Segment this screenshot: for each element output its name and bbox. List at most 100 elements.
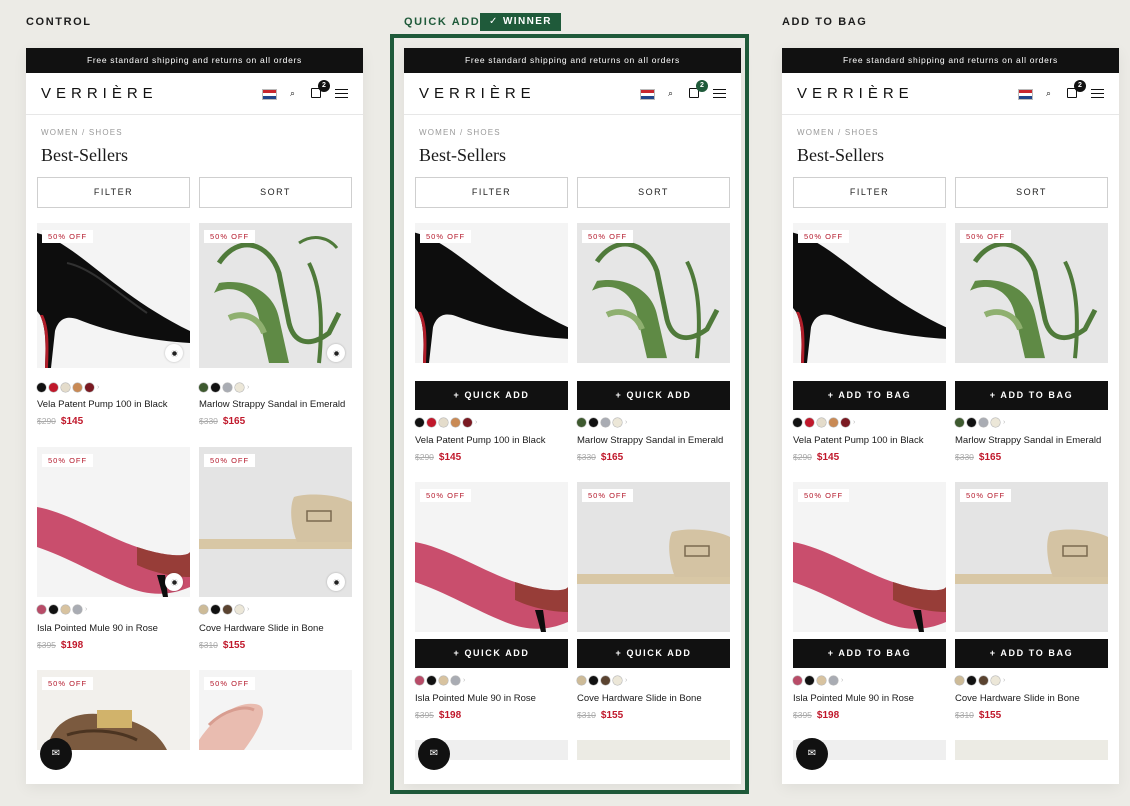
color-swatch[interactable] [817, 418, 826, 427]
product-image[interactable]: 50% OFF [37, 447, 190, 597]
brand-logo[interactable]: VERRIÈRE [797, 85, 914, 102]
add-to-bag-button[interactable]: + ADD TO BAG [955, 639, 1108, 668]
color-swatch[interactable] [829, 676, 838, 685]
quick-add-button[interactable]: + QUICK ADD [415, 639, 568, 668]
color-swatch[interactable] [73, 383, 82, 392]
product-name[interactable]: Marlow Strappy Sandal in Emerald [955, 435, 1101, 446]
color-swatch[interactable] [451, 676, 460, 685]
color-swatch[interactable] [427, 676, 436, 685]
color-swatch[interactable] [85, 383, 94, 392]
product-image[interactable]: 50% OFF [955, 482, 1108, 632]
quick-add-button[interactable]: + QUICK ADD [577, 639, 730, 668]
product-image[interactable]: 50% OFF [955, 223, 1108, 363]
color-swatch[interactable] [415, 418, 424, 427]
product-image[interactable]: 50% OFF [199, 223, 352, 368]
filter-button[interactable]: FILTER [415, 177, 568, 208]
product-image[interactable] [955, 740, 1108, 760]
color-swatch[interactable] [955, 676, 964, 685]
color-swatch[interactable] [439, 418, 448, 427]
brand-logo[interactable]: VERRIÈRE [41, 85, 158, 102]
color-swatch[interactable] [979, 676, 988, 685]
product-name[interactable]: Isla Pointed Mule 90 in Rose [415, 693, 536, 704]
search-icon[interactable]: ⌕ [290, 88, 295, 99]
more-colors-indicator[interactable]: › [625, 677, 627, 684]
flag-icon[interactable] [640, 89, 655, 100]
color-swatch[interactable] [601, 418, 610, 427]
color-swatch[interactable] [223, 605, 232, 614]
color-swatch[interactable] [991, 418, 1000, 427]
color-swatch[interactable] [805, 676, 814, 685]
product-image[interactable] [577, 740, 730, 760]
color-swatch[interactable] [793, 676, 802, 685]
breadcrumb[interactable]: WOMEN / SHOES [419, 128, 501, 137]
color-swatch[interactable] [73, 605, 82, 614]
search-icon[interactable]: ⌕ [1046, 88, 1051, 99]
more-colors-indicator[interactable]: › [463, 677, 465, 684]
more-colors-indicator[interactable]: › [475, 419, 477, 426]
product-image[interactable]: 50% OFF [415, 223, 568, 363]
color-swatch[interactable] [817, 676, 826, 685]
color-swatch[interactable] [967, 418, 976, 427]
product-image[interactable]: 50% OFF [415, 482, 568, 632]
more-colors-indicator[interactable]: › [85, 606, 87, 613]
color-swatch[interactable] [199, 605, 208, 614]
color-swatch[interactable] [463, 418, 472, 427]
color-swatch[interactable] [601, 676, 610, 685]
product-name[interactable]: Cove Hardware Slide in Bone [955, 693, 1080, 704]
product-name[interactable]: Isla Pointed Mule 90 in Rose [37, 623, 158, 634]
more-colors-indicator[interactable]: › [247, 606, 249, 613]
more-colors-indicator[interactable]: › [625, 419, 627, 426]
color-swatch[interactable] [211, 383, 220, 392]
product-image[interactable]: 50% OFF [199, 670, 352, 750]
color-swatch[interactable] [49, 605, 58, 614]
product-name[interactable]: Vela Patent Pump 100 in Black [37, 399, 167, 410]
sort-button[interactable]: SORT [577, 177, 730, 208]
color-swatch[interactable] [955, 418, 964, 427]
view-icon[interactable] [165, 573, 183, 591]
sort-button[interactable]: SORT [199, 177, 352, 208]
menu-icon[interactable] [1091, 89, 1104, 98]
chat-icon[interactable]: ✉ [796, 738, 828, 770]
brand-logo[interactable]: VERRIÈRE [419, 85, 536, 102]
color-swatch[interactable] [793, 418, 802, 427]
color-swatch[interactable] [829, 418, 838, 427]
add-to-bag-button[interactable]: + ADD TO BAG [793, 639, 946, 668]
more-colors-indicator[interactable]: › [97, 384, 99, 391]
color-swatch[interactable] [49, 383, 58, 392]
chat-icon[interactable]: ✉ [418, 738, 450, 770]
view-icon[interactable] [165, 344, 183, 362]
color-swatch[interactable] [613, 418, 622, 427]
add-to-bag-button[interactable]: + ADD TO BAG [793, 381, 946, 410]
quick-add-button[interactable]: + QUICK ADD [415, 381, 568, 410]
color-swatch[interactable] [589, 418, 598, 427]
color-swatch[interactable] [577, 418, 586, 427]
color-swatch[interactable] [991, 676, 1000, 685]
sort-button[interactable]: SORT [955, 177, 1108, 208]
product-image[interactable]: 50% OFF [577, 223, 730, 363]
product-name[interactable]: Isla Pointed Mule 90 in Rose [793, 693, 914, 704]
flag-icon[interactable] [262, 89, 277, 100]
product-image[interactable]: 50% OFF [793, 223, 946, 363]
color-swatch[interactable] [415, 676, 424, 685]
color-swatch[interactable] [61, 383, 70, 392]
chat-icon[interactable]: ✉ [40, 738, 72, 770]
product-name[interactable]: Vela Patent Pump 100 in Black [415, 435, 545, 446]
filter-button[interactable]: FILTER [793, 177, 946, 208]
color-swatch[interactable] [37, 605, 46, 614]
color-swatch[interactable] [427, 418, 436, 427]
menu-icon[interactable] [713, 89, 726, 98]
search-icon[interactable]: ⌕ [668, 88, 673, 99]
product-name[interactable]: Vela Patent Pump 100 in Black [793, 435, 923, 446]
view-icon[interactable] [327, 344, 345, 362]
product-image[interactable]: 50% OFF [37, 223, 190, 368]
quick-add-button[interactable]: + QUICK ADD [577, 381, 730, 410]
color-swatch[interactable] [61, 605, 70, 614]
product-name[interactable]: Marlow Strappy Sandal in Emerald [577, 435, 723, 446]
more-colors-indicator[interactable]: › [853, 419, 855, 426]
color-swatch[interactable] [613, 676, 622, 685]
color-swatch[interactable] [841, 418, 850, 427]
more-colors-indicator[interactable]: › [1003, 677, 1005, 684]
view-icon[interactable] [327, 573, 345, 591]
flag-icon[interactable] [1018, 89, 1033, 100]
color-swatch[interactable] [223, 383, 232, 392]
